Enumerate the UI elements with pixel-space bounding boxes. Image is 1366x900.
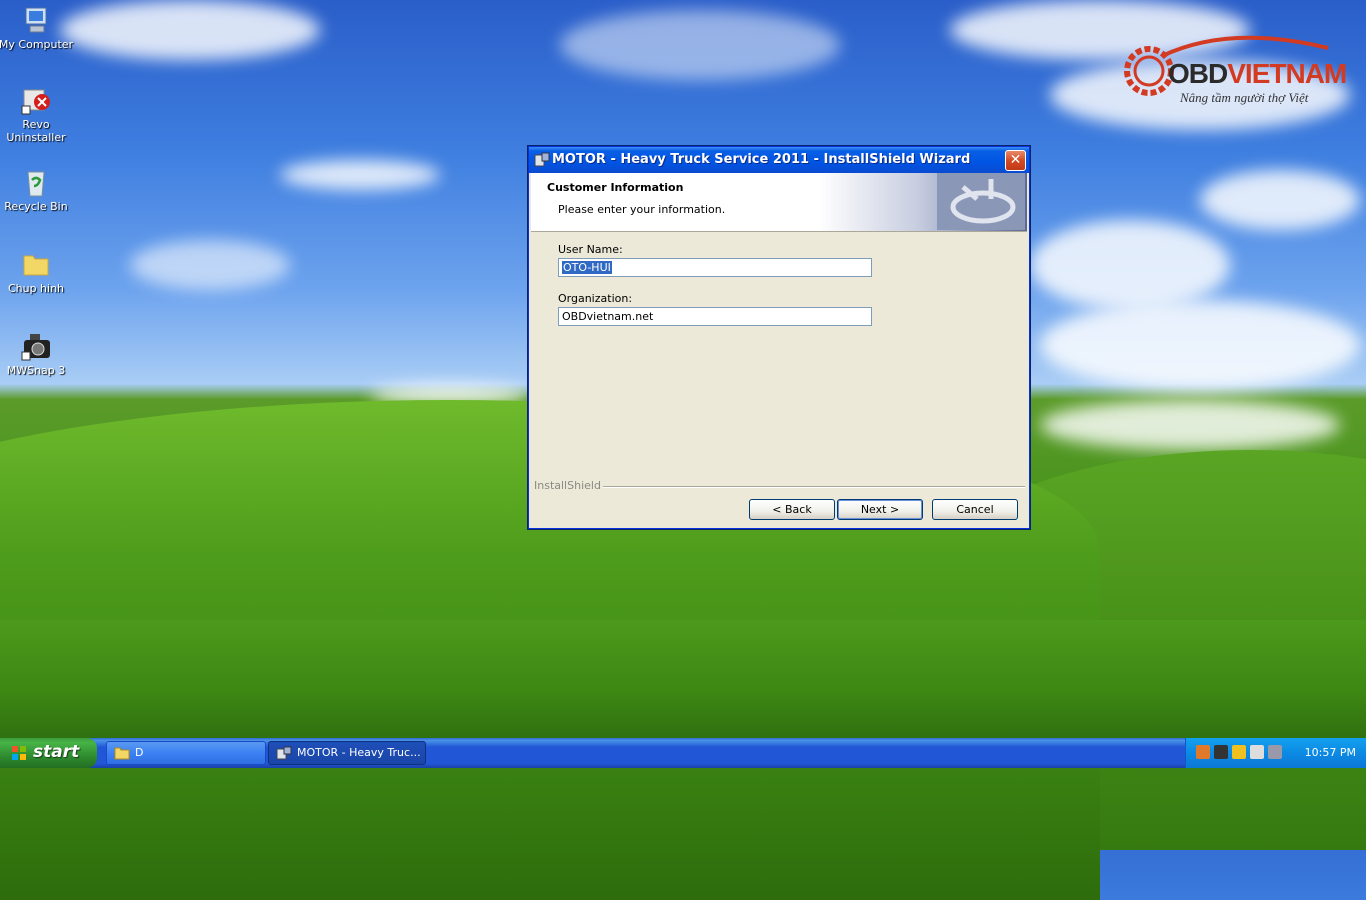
dialog-titlebar[interactable]: MOTOR - Heavy Truck Service 2011 - Insta… <box>529 147 1029 173</box>
recycle-bin-icon <box>20 166 52 198</box>
desktop-icon-label: Chup hinh <box>7 282 65 295</box>
installshield-label: InstallShield <box>534 479 603 492</box>
start-button[interactable]: start <box>0 738 97 768</box>
user-name-input[interactable]: OTO-HUI <box>558 258 872 277</box>
cancel-button[interactable]: Cancel <box>932 499 1018 520</box>
installer-icon <box>534 152 550 168</box>
organization-label: Organization: <box>558 292 633 305</box>
start-label: start <box>33 742 80 762</box>
folder-icon <box>114 746 130 760</box>
installshield-dialog: MOTOR - Heavy Truck Service 2011 - Insta… <box>528 146 1030 529</box>
installshield-swirl-icon <box>937 173 1025 230</box>
banner-subtitle: Please enter your information. <box>558 203 726 216</box>
organization-input[interactable]: OBDvietnam.net <box>558 307 872 326</box>
clock[interactable]: 10:57 PM <box>1305 746 1356 759</box>
back-button[interactable]: < Back <box>749 499 835 520</box>
desktop-icon-label: Recycle Bin <box>4 200 68 213</box>
close-button[interactable]: ✕ <box>1005 150 1026 171</box>
next-button[interactable]: Next > <box>837 499 923 520</box>
desktop-icon-recycle-bin[interactable]: Recycle Bin <box>0 166 74 213</box>
revo-uninstaller-icon <box>20 84 52 116</box>
desktop-icon-label: My Computer <box>0 38 74 51</box>
user-name-value: OTO-HUI <box>562 261 612 274</box>
taskbar: start D MOTOR - Heavy Truc... 10:57 PM <box>0 738 1366 768</box>
wizard-banner: Customer Information Please enter your i… <box>531 173 1027 232</box>
taskbar-item-label: D <box>135 746 144 759</box>
windows-logo-icon <box>11 745 27 761</box>
camera-icon <box>20 330 52 362</box>
taskbar-item-installer[interactable]: MOTOR - Heavy Truc... <box>268 741 426 765</box>
desktop-icon-label: Revo Uninstaller <box>6 118 66 144</box>
desktop-icon-my-computer[interactable]: My Computer <box>0 4 74 51</box>
desktop-icon-label: MWSnap 3 <box>6 364 66 377</box>
desktop-icon-mwsnap[interactable]: MWSnap 3 <box>0 330 74 377</box>
taskbar-item-folder[interactable]: D <box>106 741 266 765</box>
taskbar-item-label: MOTOR - Heavy Truc... <box>297 746 421 759</box>
dialog-title: MOTOR - Heavy Truck Service 2011 - Insta… <box>552 152 971 167</box>
tray-network-icon[interactable] <box>1268 745 1282 759</box>
tray-camera-icon[interactable] <box>1214 745 1228 759</box>
logo-brand: OBDVIETNAM <box>1168 58 1347 89</box>
user-name-label: User Name: <box>558 243 623 256</box>
tray-shield-icon[interactable] <box>1232 745 1246 759</box>
folder-icon <box>20 248 52 280</box>
obdvietnam-logo: OBDVIETNAM Nâng tầm người thợ Việt <box>1120 30 1347 110</box>
divider <box>595 486 1025 488</box>
tray-vm-icon[interactable] <box>1250 745 1264 759</box>
banner-title: Customer Information <box>547 181 684 194</box>
logo-tagline: Nâng tầm người thợ Việt <box>1180 90 1309 105</box>
installer-icon <box>276 746 292 760</box>
organization-value: OBDvietnam.net <box>562 310 654 323</box>
swoosh-icon <box>1161 35 1329 58</box>
desktop-icon-chup-hinh[interactable]: Chup hinh <box>0 248 74 295</box>
tray-app-icon[interactable] <box>1196 745 1210 759</box>
system-tray: 10:57 PM <box>1185 738 1366 768</box>
my-computer-icon <box>20 4 52 36</box>
desktop-icon-revo-uninstaller[interactable]: Revo Uninstaller <box>0 84 74 144</box>
